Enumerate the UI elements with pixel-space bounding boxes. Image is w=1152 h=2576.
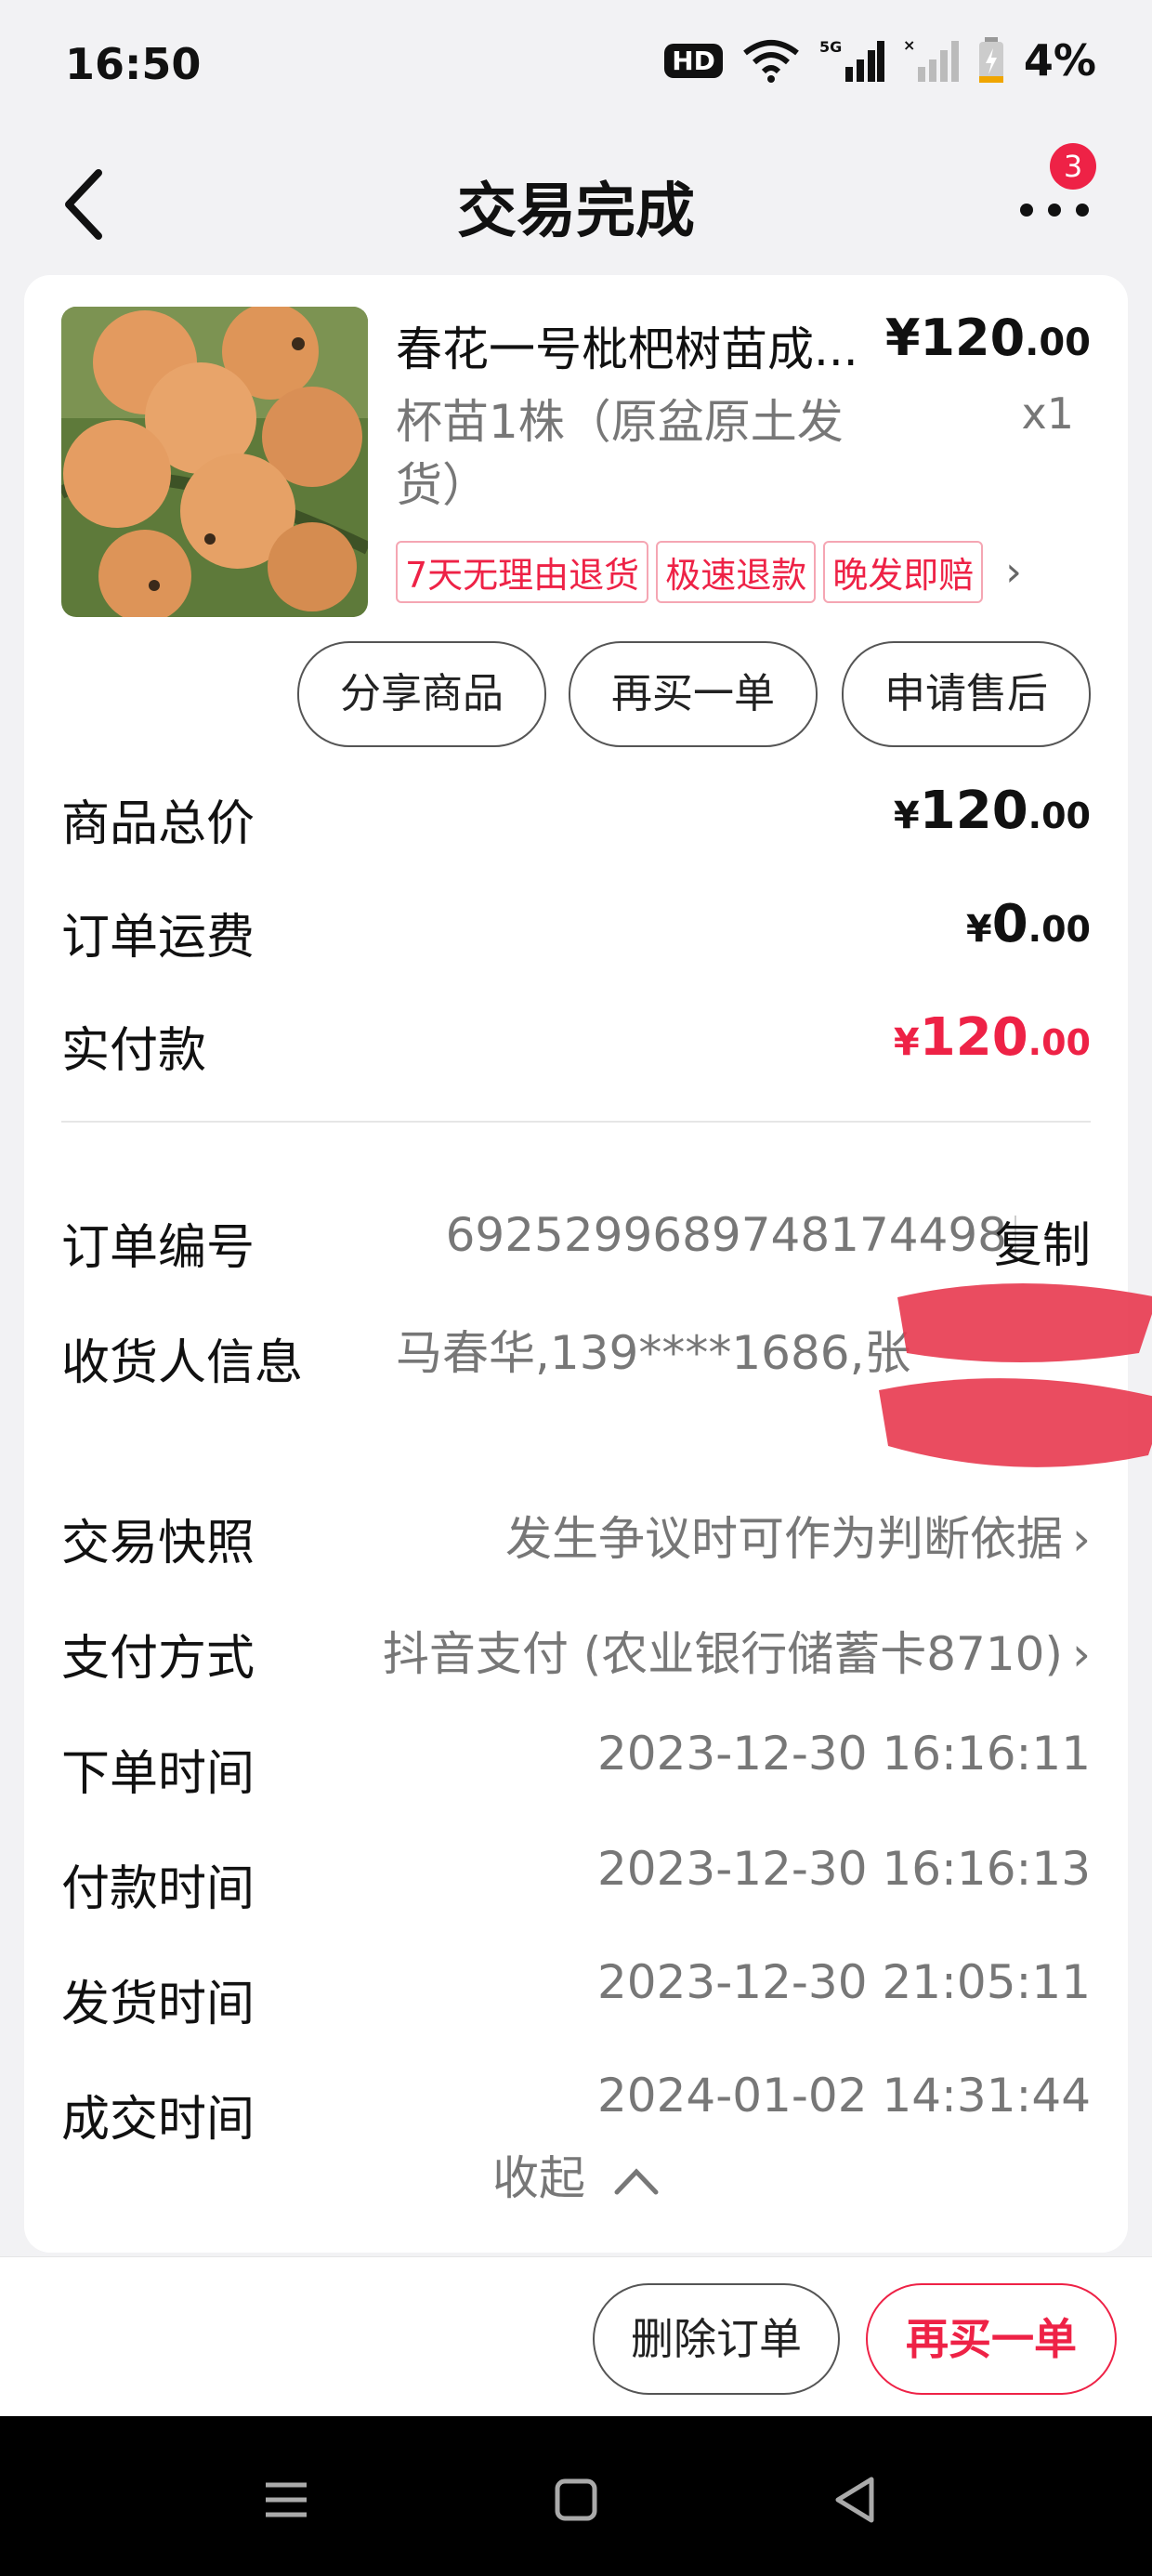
receiver-label: 收货人信息 (61, 1335, 304, 1391)
product-price: ¥120.00 (884, 309, 1091, 367)
pay-time-label: 付款时间 (61, 1861, 255, 1917)
svg-text:5G: 5G (819, 38, 842, 56)
status-icons: HD 5G × 4% (664, 35, 1096, 85)
paid-amount-value: ¥120.00 (893, 1007, 1091, 1068)
chevron-right-icon: › (1072, 1512, 1091, 1566)
ship-time-value: 2023-12-30 21:05:11 (596, 1955, 1091, 2009)
home-icon[interactable] (539, 2463, 613, 2537)
bottom-action-bar: 删除订单 再买一单 (0, 2256, 1152, 2417)
order-number-label: 订单编号 (61, 1220, 255, 1276)
order-number-value: 6925299689748174498 (445, 1208, 1007, 1262)
total-price-label: 商品总价 (61, 796, 255, 852)
back-nav-icon[interactable] (818, 2463, 892, 2537)
signal-5g-icon: 5G (819, 38, 884, 82)
tag-fast-refund: 极速退款 (656, 541, 817, 603)
deal-time-label: 成交时间 (61, 2092, 255, 2148)
order-time-label: 下单时间 (61, 1746, 255, 1802)
signal-weak-icon: × (903, 37, 959, 82)
paid-amount-label: 实付款 (61, 1023, 207, 1079)
product-title[interactable]: 春花一号枇杷树苗成... (396, 312, 916, 379)
after-sale-button[interactable]: 申请售后 (842, 641, 1091, 747)
rebuy-button[interactable]: 再买一单 (866, 2283, 1117, 2395)
svg-text:×: × (903, 37, 915, 54)
delete-order-button[interactable]: 删除订单 (593, 2283, 840, 2395)
ship-time-label: 发货时间 (61, 1977, 255, 2032)
loquat-image (61, 307, 368, 617)
buy-again-button[interactable]: 再买一单 (569, 641, 818, 747)
order-time-value: 2023-12-30 16:16:11 (596, 1727, 1091, 1781)
divider (61, 1121, 1091, 1123)
status-time: 16:50 (65, 39, 202, 89)
battery-icon (978, 37, 1003, 83)
tag-return: 7天无理由退货 (396, 541, 649, 603)
system-nav-bar (0, 2416, 1152, 2576)
notification-badge: 3 (1050, 143, 1096, 190)
battery-percent: 4% (1023, 35, 1096, 85)
total-price-value: ¥120.00 (893, 781, 1091, 841)
wifi-icon (743, 40, 799, 83)
service-tags[interactable]: 7天无理由退货 极速退款 晚发即赔 › (396, 541, 1022, 603)
deal-time-value: 2024-01-02 14:31:44 (596, 2069, 1091, 2123)
payment-method-label: 支付方式 (61, 1631, 255, 1687)
redaction-mark (879, 1283, 1152, 1467)
shipping-fee-value: ¥0.00 (965, 894, 1091, 954)
tag-late-compensation: 晚发即赔 (823, 541, 984, 603)
snapshot-label: 交易快照 (61, 1516, 255, 1571)
menu-icon[interactable] (249, 2463, 323, 2537)
order-card: 春花一号枇杷树苗成... ¥120.00 杯苗1株（原盆原土发货） x1 7天无… (24, 275, 1152, 2253)
product-spec: 杯苗1株（原盆原土发货） (396, 395, 844, 512)
product-image[interactable] (61, 307, 368, 617)
shipping-fee-label: 订单运费 (61, 910, 255, 966)
page-title: 交易完成 (457, 177, 695, 246)
status-bar: 16:50 HD 5G × 4% (0, 0, 1152, 139)
share-product-button[interactable]: 分享商品 (297, 641, 546, 747)
pay-time-value: 2023-12-30 16:16:13 (596, 1842, 1091, 1896)
collapse-toggle[interactable]: 收起 (24, 2141, 1128, 2208)
chevron-right-icon: › (1005, 548, 1022, 596)
chevron-right-icon: › (1072, 1627, 1091, 1681)
nav-bar: 交易完成 3 (0, 139, 1152, 269)
snapshot-value[interactable]: 发生争议时可作为判断依据 › (505, 1502, 1091, 1569)
chevron-up-icon (614, 2167, 659, 2194)
product-quantity: x1 (1021, 388, 1075, 439)
payment-method-value[interactable]: 抖音支付 (农业银行储蓄卡8710) › (383, 1617, 1091, 1684)
hd-icon: HD (664, 43, 723, 78)
